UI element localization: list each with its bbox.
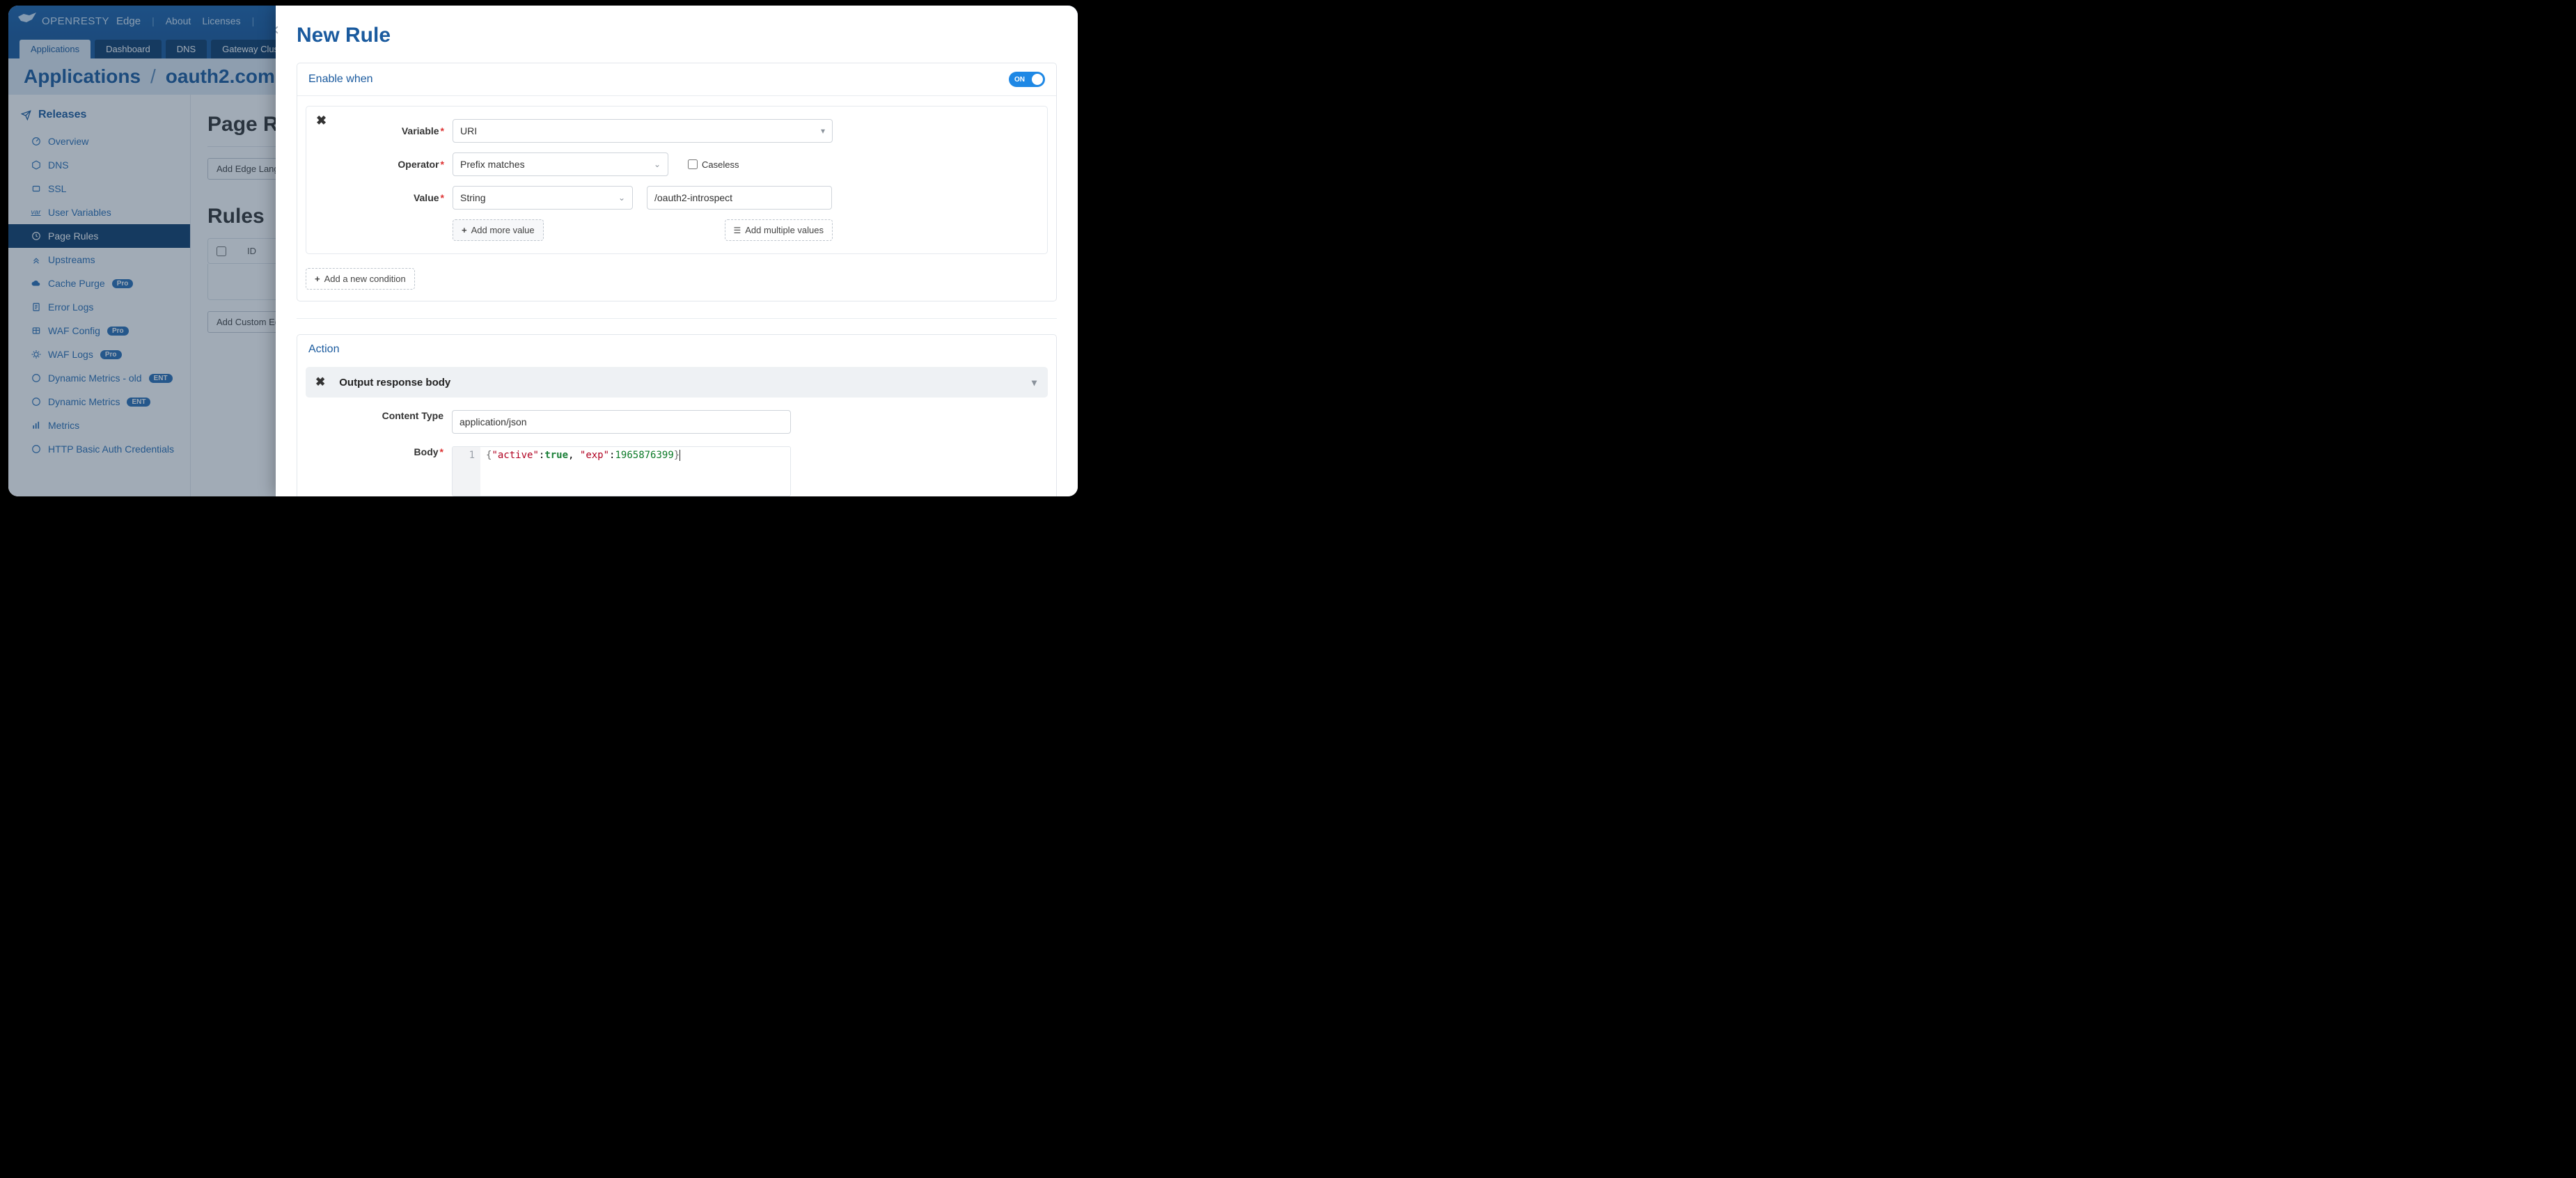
add-more-value-button[interactable]: Add more value — [453, 219, 544, 241]
enable-toggle[interactable]: ON — [1009, 72, 1045, 87]
caseless-checkbox[interactable] — [688, 159, 698, 169]
action-section: Action ✖ Output response body ▾ Content … — [297, 334, 1057, 496]
new-rule-modal: × New Rule Enable when ON ✖ Variable* UR… — [276, 6, 1078, 496]
close-icon[interactable]: × — [276, 21, 284, 40]
enable-when-section: Enable when ON ✖ Variable* URI ▾ — [297, 63, 1057, 301]
variable-select[interactable]: URI ▾ — [453, 119, 833, 143]
body-label: Body* — [333, 446, 452, 457]
chevron-down-icon: ▾ — [821, 126, 825, 136]
content-type-input[interactable] — [452, 410, 791, 434]
remove-condition-icon[interactable]: ✖ — [316, 113, 327, 128]
enable-when-label: Enable when — [308, 73, 373, 86]
operator-label: Operator* — [348, 159, 453, 170]
caseless-label: Caseless — [702, 159, 739, 170]
list-icon — [734, 225, 741, 235]
chevron-down-icon: ▾ — [1032, 377, 1037, 388]
action-heading: Action — [308, 343, 339, 356]
gutter: 1 — [453, 447, 480, 496]
operator-select[interactable]: Prefix matches ⌄ — [453, 152, 668, 176]
action-type-bar[interactable]: ✖ Output response body ▾ — [306, 367, 1048, 398]
chevron-down-icon: ⌄ — [654, 159, 661, 169]
code-text[interactable]: {"active":true, "exp":1965876399} — [480, 447, 686, 496]
condition-block: ✖ Variable* URI ▾ Operator* Prefix — [306, 106, 1048, 254]
value-type-select[interactable]: String ⌄ — [453, 186, 633, 210]
plus-icon — [462, 225, 467, 235]
variable-label: Variable* — [348, 125, 453, 136]
value-input[interactable] — [647, 186, 832, 210]
remove-action-icon[interactable]: ✖ — [315, 375, 325, 389]
add-multiple-values-button[interactable]: Add multiple values — [725, 219, 833, 241]
chevron-down-icon: ⌄ — [618, 193, 625, 203]
modal-title: New Rule — [297, 24, 1057, 47]
body-editor[interactable]: 1 {"active":true, "exp":1965876399} — [452, 446, 791, 496]
content-type-label: Content Type — [333, 410, 452, 421]
plus-icon — [315, 274, 320, 284]
value-label: Value* — [348, 192, 453, 203]
add-condition-button[interactable]: Add a new condition — [306, 268, 415, 290]
